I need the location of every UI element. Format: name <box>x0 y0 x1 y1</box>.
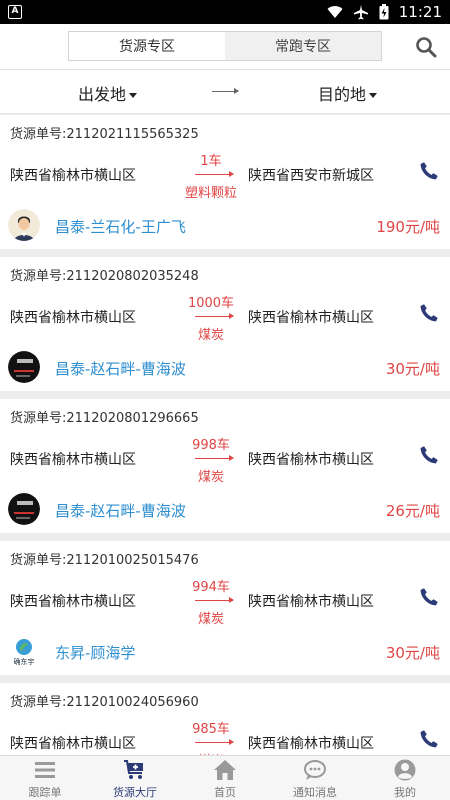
destination-dropdown[interactable]: 目的地 <box>318 81 378 105</box>
caret-down-icon <box>129 93 138 98</box>
list-icon <box>35 762 55 778</box>
nav-label: 跟踪单 <box>28 786 62 799</box>
phone-icon[interactable] <box>418 728 440 750</box>
cargo-number: 货源单号:2112010024056960 <box>10 695 199 710</box>
arrow-right-icon <box>212 88 239 94</box>
cargo-card[interactable]: 货源单号:2112021115565325 陕西省榆林市横山区 1车 塑料颗粒 … <box>0 115 450 249</box>
chat-icon <box>304 760 326 780</box>
bottom-nav: 跟踪单 货源大厅 首页 通知消息 我的 <box>0 755 450 800</box>
origin-address: 陕西省榆林市横山区 <box>10 168 136 184</box>
nav-label: 我的 <box>394 786 416 799</box>
destination-address: 陕西省榆林市横山区 <box>248 310 374 326</box>
truck-quantity: 1000车 <box>187 296 235 311</box>
user-icon <box>394 759 416 781</box>
cargo-list: 货源单号:2112021115565325 陕西省榆林市横山区 1车 塑料颗粒 … <box>0 115 450 755</box>
avatar <box>8 493 40 525</box>
nav-label: 通知消息 <box>293 786 337 799</box>
cargo-card[interactable]: 货源单号:2112020802035248 陕西省榆林市横山区 1000车 煤炭… <box>0 257 450 391</box>
nav-tracking[interactable]: 跟踪单 <box>0 756 90 800</box>
truck-quantity: 1车 <box>200 154 222 169</box>
nav-mine[interactable]: 我的 <box>360 756 450 800</box>
top-bar: 货源专区 常跑专区 <box>0 24 450 70</box>
phone-icon[interactable] <box>418 444 440 466</box>
destination-label: 目的地 <box>318 85 367 104</box>
cargo-number: 货源单号:2112020802035248 <box>10 269 199 284</box>
battery-icon <box>379 4 389 20</box>
cargo-number: 货源单号:2112020801296665 <box>10 411 199 426</box>
home-icon <box>214 760 236 780</box>
shipper-name[interactable]: 东昇-顾海学 <box>55 642 135 663</box>
truck-quantity: 998车 <box>192 438 230 453</box>
tab-cargo-zone[interactable]: 货源专区 <box>69 32 225 60</box>
price: 190元/吨 <box>376 218 440 236</box>
shipper-name[interactable]: 昌泰-赵石畔-曹海波 <box>55 358 186 379</box>
airplane-icon <box>353 5 368 20</box>
app-notification-icon: A <box>8 5 22 19</box>
truck-quantity: 994车 <box>192 580 230 595</box>
tab-regular-route-zone[interactable]: 常跑专区 <box>225 32 381 60</box>
avatar <box>8 351 40 383</box>
route-arrow-icon <box>195 739 234 745</box>
price: 26元/吨 <box>385 502 440 520</box>
origin-address: 陕西省榆林市横山区 <box>10 594 136 610</box>
route-arrow-icon <box>195 455 234 461</box>
clock: 11:21 <box>398 3 442 21</box>
origin-address: 陕西省榆林市横山区 <box>10 452 136 468</box>
cargo-card[interactable]: 货源单号:2112020801296665 陕西省榆林市横山区 998车 煤炭 … <box>0 399 450 533</box>
price: 30元/吨 <box>385 360 440 378</box>
route-arrow-icon <box>195 313 234 319</box>
wifi-icon <box>327 6 343 19</box>
nav-label: 首页 <box>214 786 236 799</box>
avatar-logo-text: 确东宇 <box>13 658 35 666</box>
cargo-number: 货源单号:2112021115565325 <box>10 127 199 142</box>
route-arrow-icon <box>195 597 234 603</box>
origin-label: 出发地 <box>78 85 127 104</box>
nav-cargo-hall[interactable]: 货源大厅 <box>90 756 180 800</box>
phone-icon[interactable] <box>418 302 440 324</box>
phone-icon[interactable] <box>418 160 440 182</box>
origin-address: 陕西省榆林市横山区 <box>10 310 136 326</box>
caret-down-icon <box>369 93 378 98</box>
nav-label: 货源大厅 <box>113 786 157 799</box>
nav-notifications[interactable]: 通知消息 <box>270 756 360 800</box>
origin-dropdown[interactable]: 出发地 <box>78 81 138 105</box>
nav-home[interactable]: 首页 <box>180 756 270 800</box>
destination-address: 陕西省榆林市横山区 <box>248 736 374 752</box>
cargo-type: 塑料颗粒 <box>184 186 237 201</box>
phone-icon[interactable] <box>418 586 440 608</box>
cargo-number: 货源单号:2112010025015476 <box>10 553 199 568</box>
route-arrow-icon <box>195 171 234 177</box>
avatar <box>8 209 40 241</box>
route-filter: 出发地 目的地 <box>0 70 450 114</box>
avatar: 确东宇 <box>8 635 40 667</box>
cart-plus-icon <box>124 760 143 779</box>
price: 30元/吨 <box>385 644 440 662</box>
destination-address: 陕西省榆林市横山区 <box>248 452 374 468</box>
origin-address: 陕西省榆林市横山区 <box>10 736 136 752</box>
search-icon[interactable] <box>414 35 438 59</box>
cargo-type: 煤炭 <box>197 470 224 485</box>
truck-quantity: 985车 <box>192 722 230 737</box>
cargo-card[interactable]: 货源单号:2112010024056960 陕西省榆林市横山区 985车 煤炭 … <box>0 683 450 755</box>
zone-tabs: 货源专区 常跑专区 <box>68 31 382 61</box>
status-bar: A 11:21 <box>0 0 450 24</box>
shipper-name[interactable]: 昌泰-兰石化-王广飞 <box>55 216 186 237</box>
shipper-name[interactable]: 昌泰-赵石畔-曹海波 <box>55 500 186 521</box>
destination-address: 陕西省西安市新城区 <box>248 168 374 184</box>
cargo-card[interactable]: 货源单号:2112010025015476 陕西省榆林市横山区 994车 煤炭 … <box>0 541 450 675</box>
destination-address: 陕西省榆林市横山区 <box>248 594 374 610</box>
cargo-type: 煤炭 <box>197 612 224 627</box>
cargo-type: 煤炭 <box>197 328 224 343</box>
